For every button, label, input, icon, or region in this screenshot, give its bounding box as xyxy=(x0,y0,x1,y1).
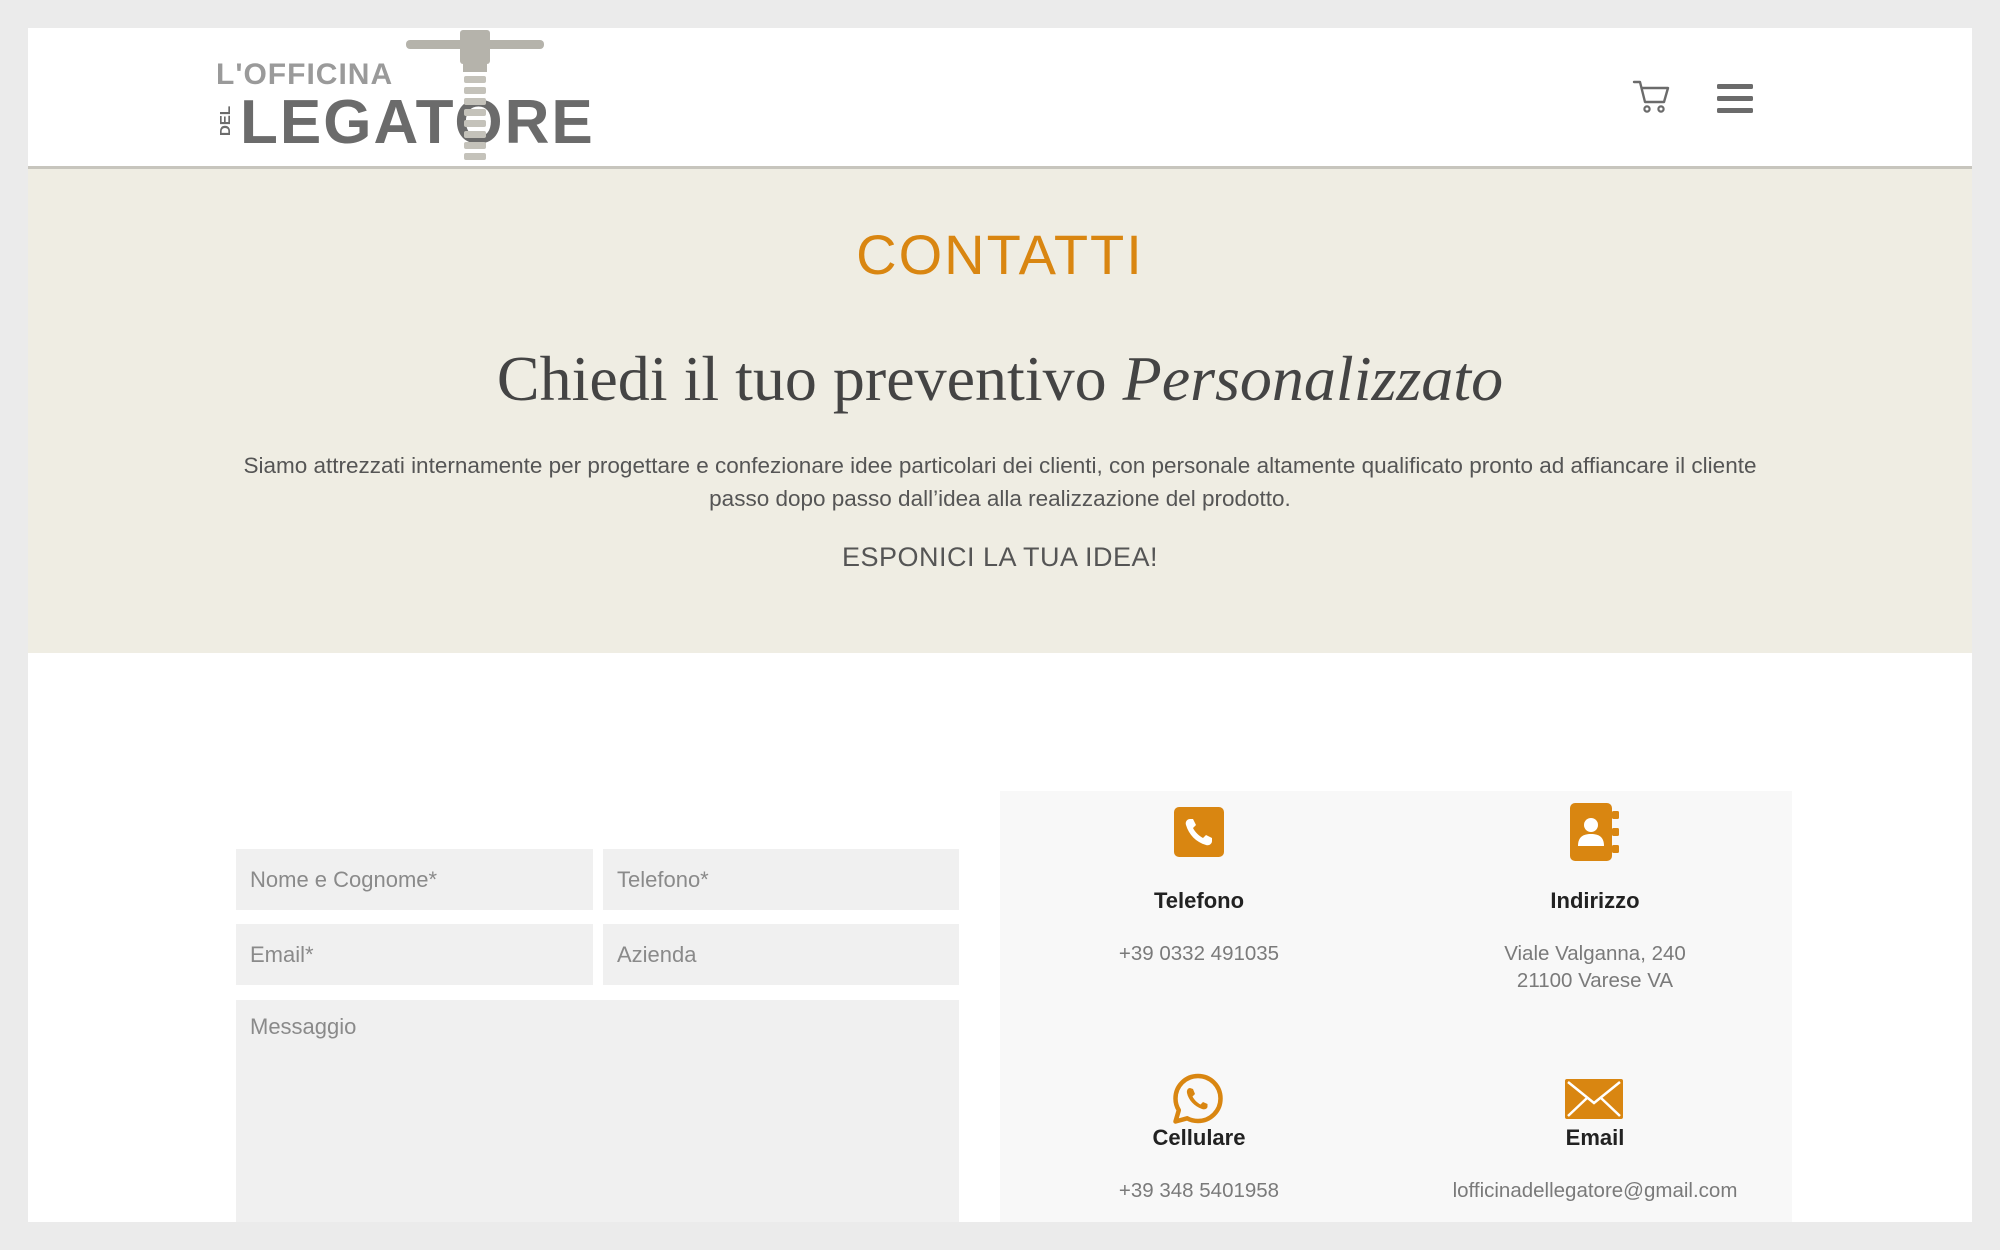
phone-number[interactable]: +39 0332 491035 xyxy=(1009,940,1389,967)
mobile-number[interactable]: +39 348 5401958 xyxy=(1009,1177,1389,1204)
hero-heading: Chiedi il tuo preventivo Personalizzato xyxy=(28,341,1972,417)
phone-icon xyxy=(1174,807,1224,857)
email-address[interactable]: lofficinadellegatore@gmail.com xyxy=(1405,1177,1785,1204)
email-label: Email xyxy=(1565,1125,1625,1150)
logo-top-text: L'OFFICINA xyxy=(216,58,394,91)
site-header: L'OFFICINA DEL LEGATORE xyxy=(28,28,1972,169)
logo-del-text: DEL xyxy=(217,106,234,136)
page: L'OFFICINA DEL LEGATORE CONTATTI Chiedi … xyxy=(28,28,1972,1222)
hero-cta: ESPONICI LA TUA IDEA! xyxy=(841,542,1159,572)
hero-section: CONTATTI Chiedi il tuo preventivo Person… xyxy=(28,169,1972,653)
phone-label: Telefono xyxy=(1153,888,1245,913)
press-tool-icon xyxy=(406,30,544,160)
hero-heading-plain: Chiedi il tuo preventivo xyxy=(496,343,1123,414)
envelope-icon xyxy=(1565,1079,1623,1119)
message-field[interactable] xyxy=(236,1000,959,1222)
name-field[interactable] xyxy=(236,849,593,910)
hamburger-menu-icon[interactable] xyxy=(1717,82,1753,116)
hero-heading-italic: Personalizzato xyxy=(1122,343,1504,414)
shopping-cart-icon[interactable] xyxy=(1632,76,1672,116)
phone-field[interactable] xyxy=(603,849,959,910)
email-field[interactable] xyxy=(236,924,593,985)
address-label: Indirizzo xyxy=(1550,888,1640,913)
mobile-label: Cellulare xyxy=(1152,1125,1246,1150)
address-line2: 21100 Varese VA xyxy=(1516,969,1674,992)
page-title: CONTATTI xyxy=(856,223,1144,286)
hero-description: Siamo attrezzati internamente per proget… xyxy=(243,453,1757,511)
address-line1: Viale Valganna, 240 xyxy=(1504,942,1686,965)
address-book-icon xyxy=(1570,803,1619,861)
company-field[interactable] xyxy=(603,924,959,985)
whatsapp-icon xyxy=(1173,1073,1223,1124)
contact-info-panel: Telefono +39 0332 491035 Indirizzo Viale… xyxy=(1000,791,1792,1222)
